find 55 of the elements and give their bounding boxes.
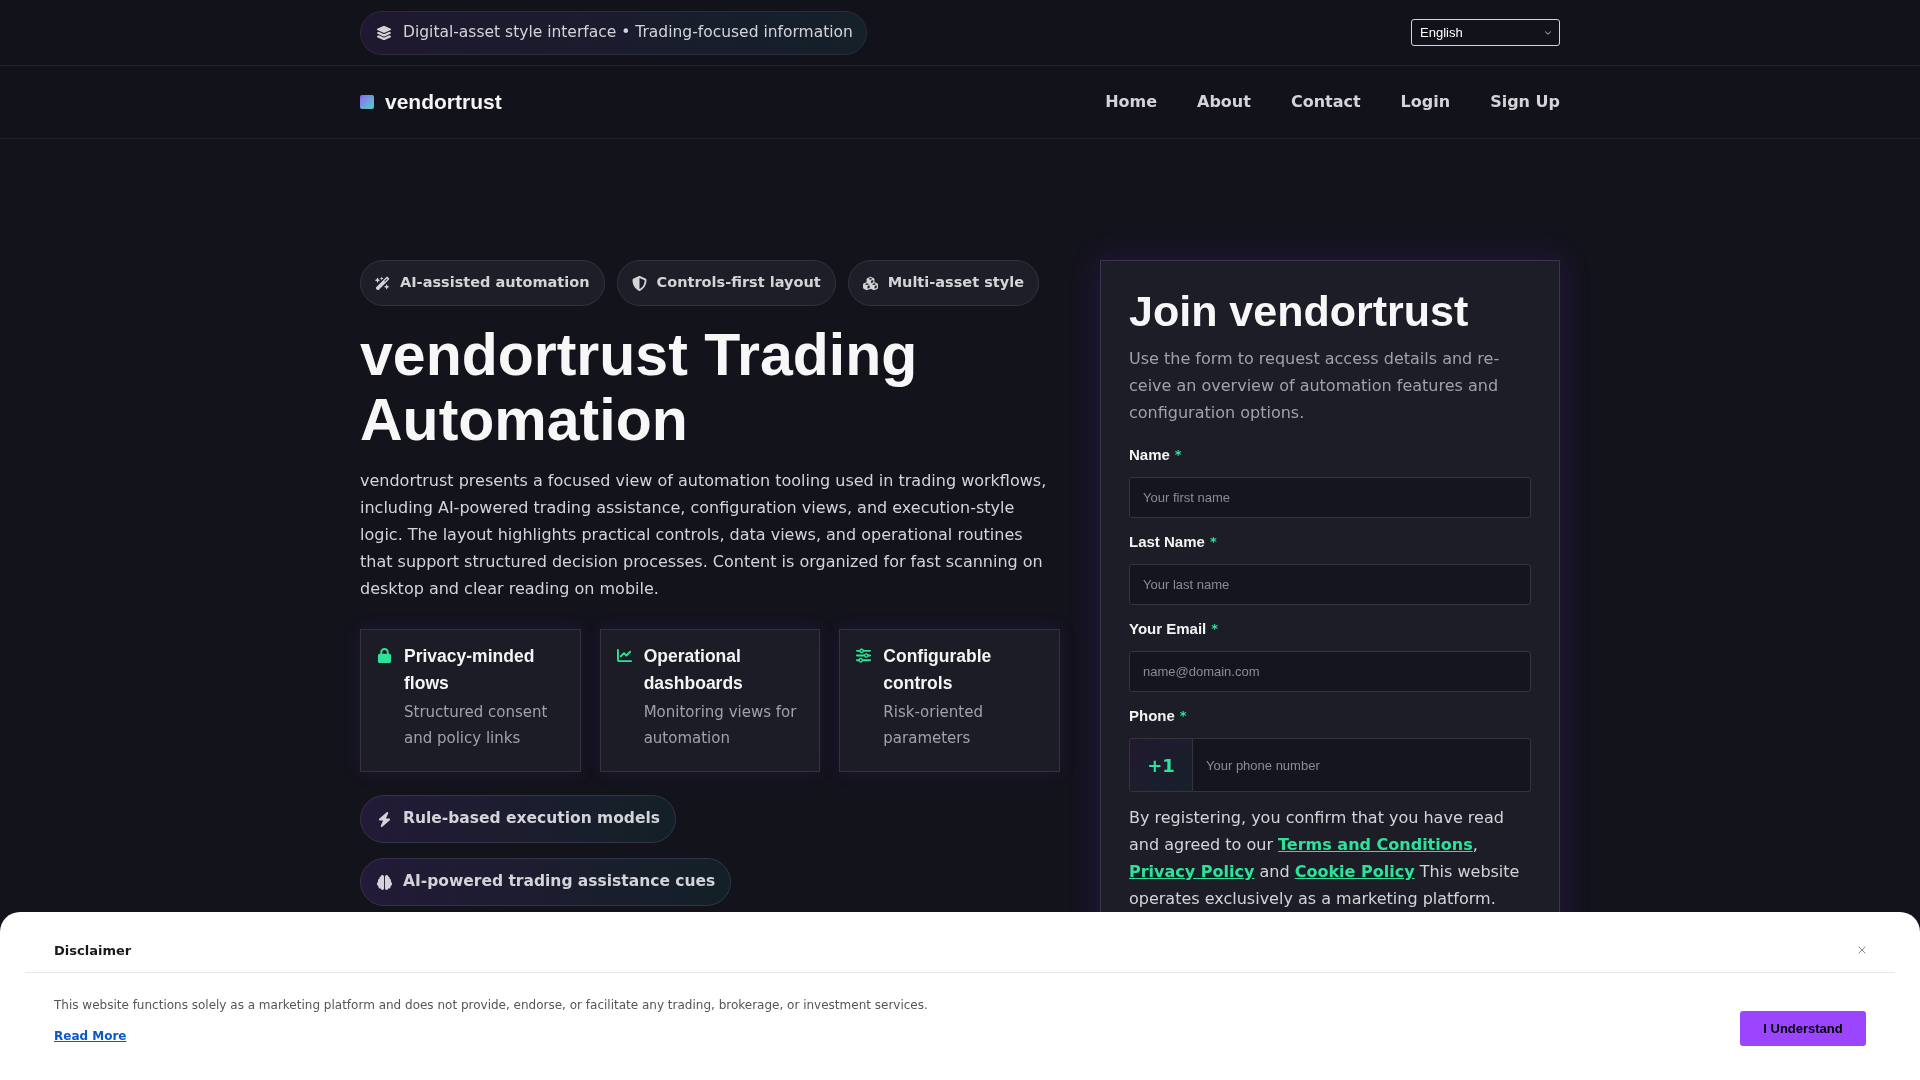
- disclaimer-text: This website functions solely as a marketing platform and does not provide, endorse, or facilitate any trading, brokerage, or investment services.: [54, 997, 928, 1014]
- feature-label: Multi-asset style: [887, 273, 1024, 293]
- shield-icon: [631, 275, 647, 291]
- form-title: Join vendortrust: [1129, 287, 1470, 335]
- required-mark: *: [1179, 707, 1187, 726]
- text-input[interactable]: Your first name: [1129, 477, 1531, 518]
- hero-title: vendortrust Trading Automation: [360, 323, 919, 453]
- required-mark: *: [1174, 446, 1182, 465]
- feature-title: Privacy-minded flows: [404, 645, 536, 695]
- feature-label: AI-assisted automation: [400, 273, 590, 293]
- accept-button[interactable]: I Understand: [1740, 1011, 1866, 1046]
- nav-link[interactable]: Contact: [1280, 84, 1371, 120]
- field-label: Name: [1129, 444, 1170, 465]
- field-label: Phone: [1129, 705, 1175, 726]
- required-mark: *: [1209, 533, 1217, 552]
- feature-label: Controls-first layout: [656, 273, 821, 293]
- nav-link[interactable]: Login: [1390, 84, 1461, 120]
- feature-description: Monitoring views for automation: [643, 702, 798, 749]
- language-select[interactable]: English: [1411, 19, 1560, 46]
- close-icon: [1856, 944, 1868, 956]
- feature-description: Structured consent and policy links: [404, 702, 549, 749]
- disclaimer-title: Disclaimer: [54, 943, 132, 959]
- read-more-link[interactable]: Read More: [54, 1028, 127, 1044]
- nav-link[interactable]: Sign Up: [1480, 84, 1570, 120]
- logo-icon: [360, 95, 374, 109]
- field-label: Your Email: [1129, 618, 1207, 639]
- highlight-text: Rule-based execution models: [403, 808, 660, 830]
- policy-link[interactable]: Cookie Policy: [1294, 862, 1415, 881]
- field-label: Last Name: [1129, 531, 1205, 552]
- lightning-icon: [377, 811, 392, 827]
- line-chart-icon: [616, 648, 632, 663]
- highlight-text: AI-powered trading assistance cues: [403, 871, 716, 893]
- form-description: Use the form to request access details and re-ceive an overview of automation features and configuration options.: [1129, 348, 1501, 424]
- feature-title: Operational dashboards: [643, 645, 744, 695]
- nav-link[interactable]: About: [1187, 84, 1261, 120]
- feature-description: Risk-oriented parameters: [883, 702, 984, 749]
- lock-icon: [377, 648, 392, 663]
- cubes-icon: [862, 275, 878, 291]
- text-input[interactable]: name@domain.com: [1129, 651, 1531, 692]
- policy-link[interactable]: Terms and Conditions: [1278, 835, 1473, 854]
- text-input[interactable]: Your last name: [1129, 564, 1531, 605]
- required-mark: *: [1211, 620, 1219, 639]
- layers-icon: [376, 24, 392, 41]
- brand-name[interactable]: vendortrust: [385, 86, 502, 118]
- sliders-icon: [856, 648, 872, 663]
- tagline-text: Digital-asset style interface • Trading-focused information: [403, 21, 853, 43]
- consent-text: By registering, you confirm that you have read and agreed to our Terms and Conditions, Privacy Policy and Cookie Policy This website operates exclusively as a marketing platform.: [1129, 807, 1521, 910]
- brain-icon: [377, 874, 392, 890]
- phone-input[interactable]: Your phone number: [1193, 738, 1531, 792]
- hero-description: vendortrust presents a focused view of automation tooling used in trading workflows, including AI-powered trading assistance, configuration views, and execution-style logic. The layout highlights practical controls, data views, and operational routines that support structured decision processes. Content is organized for fast scanning on desktop and clear reading on mobile.: [360, 470, 1048, 600]
- policy-link[interactable]: Privacy Policy: [1129, 862, 1255, 881]
- country-code: +1: [1129, 738, 1193, 792]
- magic-wand-icon: [375, 275, 390, 291]
- feature-title: Configurable controls: [883, 645, 993, 695]
- nav-link[interactable]: Home: [1095, 84, 1168, 120]
